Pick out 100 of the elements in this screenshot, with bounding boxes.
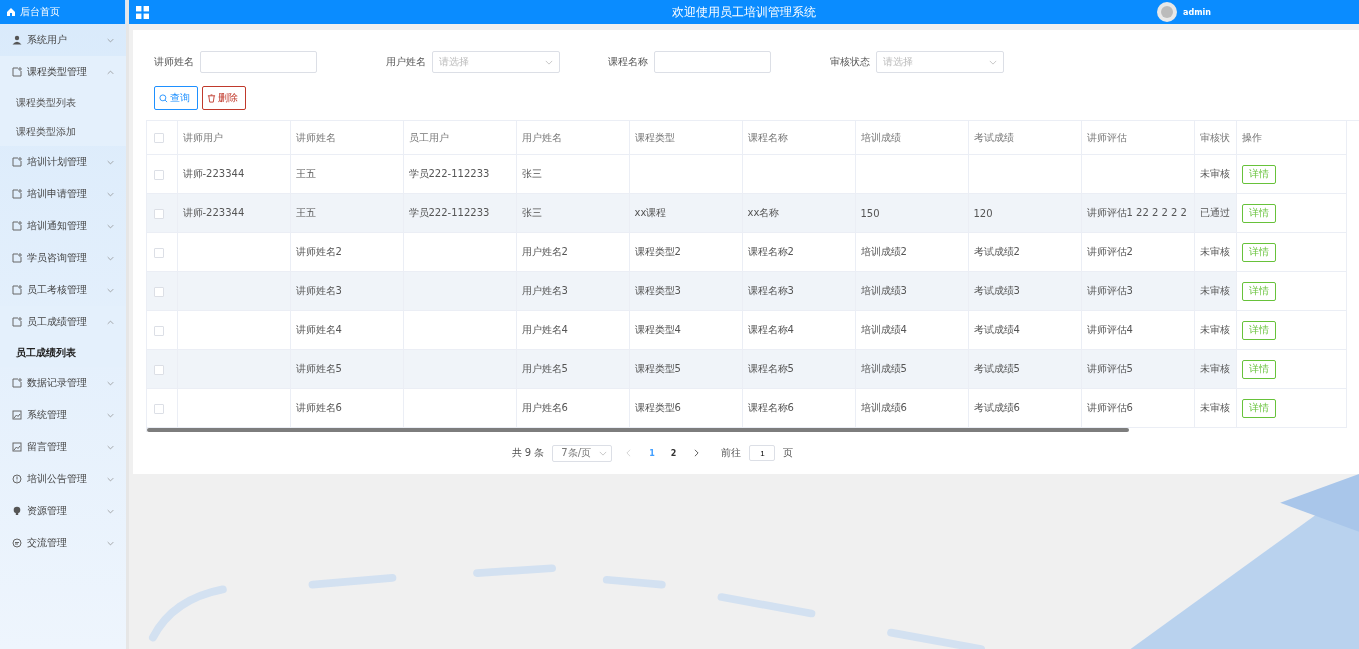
column-header: 培训成绩 bbox=[860, 131, 901, 143]
table-cell: xx课程 bbox=[634, 207, 667, 218]
document-icon bbox=[12, 285, 22, 295]
chevron-down-icon bbox=[107, 476, 114, 482]
page-number[interactable]: 2 bbox=[666, 448, 681, 458]
table-cell: 学员222-112233 bbox=[408, 207, 490, 218]
menu-item[interactable]: 资源管理 bbox=[0, 495, 126, 527]
checkbox[interactable] bbox=[154, 403, 164, 414]
submenu-item[interactable]: 课程类型列表 bbox=[0, 88, 126, 117]
chevron-down-icon bbox=[545, 59, 553, 65]
column-header: 讲师用户 bbox=[182, 131, 223, 143]
checkbox[interactable] bbox=[154, 325, 164, 336]
table-cell: 考试成绩6 bbox=[973, 402, 1020, 413]
menu-item[interactable]: 培训通知管理 bbox=[0, 210, 126, 242]
menu-item[interactable]: 培训公告管理 bbox=[0, 463, 126, 495]
scrollbar[interactable] bbox=[147, 428, 1129, 432]
checkbox[interactable] bbox=[154, 247, 164, 258]
document-icon bbox=[12, 221, 22, 231]
table-cell: 未审核 bbox=[1199, 246, 1230, 257]
checkbox[interactable] bbox=[154, 364, 164, 375]
menu-item[interactable]: 学员咨询管理 bbox=[0, 242, 126, 274]
document-icon bbox=[12, 253, 22, 263]
table-cell: 用户姓名4 bbox=[521, 324, 568, 335]
chevron-down-icon bbox=[107, 380, 114, 386]
menu-item[interactable]: 交流管理 bbox=[0, 527, 126, 559]
table-cell: 课程名称4 bbox=[747, 324, 794, 335]
table-cell: 讲师姓名4 bbox=[295, 324, 342, 335]
table-cell: 学员222-112233 bbox=[408, 168, 490, 179]
checkbox[interactable] bbox=[154, 208, 164, 219]
chevron-down-icon bbox=[107, 191, 114, 197]
table-cell: 未审核 bbox=[1199, 324, 1230, 335]
column-header: 讲师评估 bbox=[1086, 131, 1127, 143]
text-field[interactable] bbox=[654, 51, 771, 73]
column-header: 操作 bbox=[1241, 131, 1262, 143]
image-icon bbox=[12, 442, 22, 452]
filter-label: 讲师姓名 bbox=[154, 55, 194, 69]
table-cell: 用户姓名2 bbox=[521, 246, 568, 257]
table-cell: 讲师评估2 bbox=[1086, 246, 1133, 257]
table-cell: 课程名称6 bbox=[747, 402, 794, 413]
next-page-icon[interactable] bbox=[694, 449, 700, 457]
filter-label: 用户姓名 bbox=[385, 55, 426, 69]
menu-item[interactable]: 数据记录管理 bbox=[0, 367, 126, 399]
chevron-down-icon bbox=[107, 540, 114, 546]
menu-item[interactable]: 员工成绩管理 bbox=[0, 306, 126, 338]
document-icon bbox=[12, 67, 22, 77]
table-cell: 考试成绩4 bbox=[973, 324, 1020, 335]
table-cell: 讲师评估3 bbox=[1086, 285, 1133, 296]
menu-item[interactable]: 培训计划管理 bbox=[0, 146, 126, 178]
table-cell: 用户姓名6 bbox=[521, 402, 568, 413]
table-cell: 讲师评估4 bbox=[1086, 324, 1133, 335]
text-field[interactable] bbox=[200, 51, 317, 73]
table-cell: 课程类型3 bbox=[634, 285, 681, 296]
table-cell: 课程类型6 bbox=[634, 402, 681, 413]
table-cell: 已通过 bbox=[1199, 207, 1230, 218]
table-cell: 课程名称3 bbox=[747, 285, 794, 296]
table-cell: xx名称 bbox=[747, 207, 780, 218]
table-cell: 讲师评估1 22 2 2 2 2 bbox=[1086, 207, 1187, 218]
chevron-down-icon bbox=[107, 444, 114, 450]
checkbox[interactable] bbox=[154, 169, 164, 180]
chevron-down-icon bbox=[107, 255, 114, 261]
table-cell: 张三 bbox=[521, 168, 542, 179]
menu-item[interactable]: 系统管理 bbox=[0, 399, 126, 431]
warning-icon bbox=[12, 474, 22, 484]
page-input[interactable]: 1 bbox=[749, 445, 776, 461]
table-cell: 讲师评估5 bbox=[1086, 363, 1133, 374]
table-cell: 培训成绩5 bbox=[860, 363, 907, 374]
menu-item[interactable]: 员工考核管理 bbox=[0, 274, 126, 306]
menu-item[interactable]: 课程类型管理 bbox=[0, 56, 126, 88]
menu-item[interactable]: 系统用户 bbox=[0, 24, 126, 56]
chevron-down-icon bbox=[599, 450, 608, 456]
user-icon bbox=[12, 35, 22, 45]
table-cell: 讲师-223344 bbox=[182, 207, 245, 218]
page-size-select[interactable]: 7条/页 bbox=[552, 444, 613, 462]
column-header: 审核状 bbox=[1199, 131, 1230, 143]
table-cell: 讲师评估6 bbox=[1086, 402, 1133, 413]
menu-icon[interactable] bbox=[136, 5, 149, 19]
checkbox[interactable] bbox=[154, 286, 164, 297]
submenu-item[interactable]: 员工成绩列表 bbox=[0, 338, 126, 367]
table-cell: 未审核 bbox=[1199, 285, 1230, 296]
column-header: 员工用户 bbox=[408, 131, 449, 143]
table-cell: 未审核 bbox=[1199, 168, 1230, 179]
table-cell: 用户姓名5 bbox=[521, 363, 568, 374]
search-icon bbox=[159, 93, 168, 103]
menu-item[interactable]: 培训申请管理 bbox=[0, 178, 126, 210]
submenu-item[interactable]: 课程类型添加 bbox=[0, 117, 126, 146]
table-cell: 培训成绩6 bbox=[860, 402, 907, 413]
column-header: 课程类型 bbox=[634, 131, 675, 143]
table-cell: 讲师-223344 bbox=[182, 168, 245, 179]
checkbox[interactable] bbox=[154, 133, 164, 143]
table-cell: 150 bbox=[860, 207, 880, 219]
delete-button[interactable]: 删除 bbox=[202, 86, 246, 110]
table-cell: 未审核 bbox=[1199, 363, 1230, 374]
table-cell: 课程类型4 bbox=[634, 324, 681, 335]
menu-item[interactable]: 留言管理 bbox=[0, 431, 126, 463]
image-icon bbox=[12, 410, 22, 420]
avatar-icon[interactable] bbox=[1157, 2, 1177, 22]
chevron-up-icon bbox=[107, 319, 114, 325]
table-cell: 课程名称2 bbox=[747, 246, 794, 257]
column-header: 用户姓名 bbox=[521, 131, 562, 143]
table-cell: 张三 bbox=[521, 207, 542, 218]
